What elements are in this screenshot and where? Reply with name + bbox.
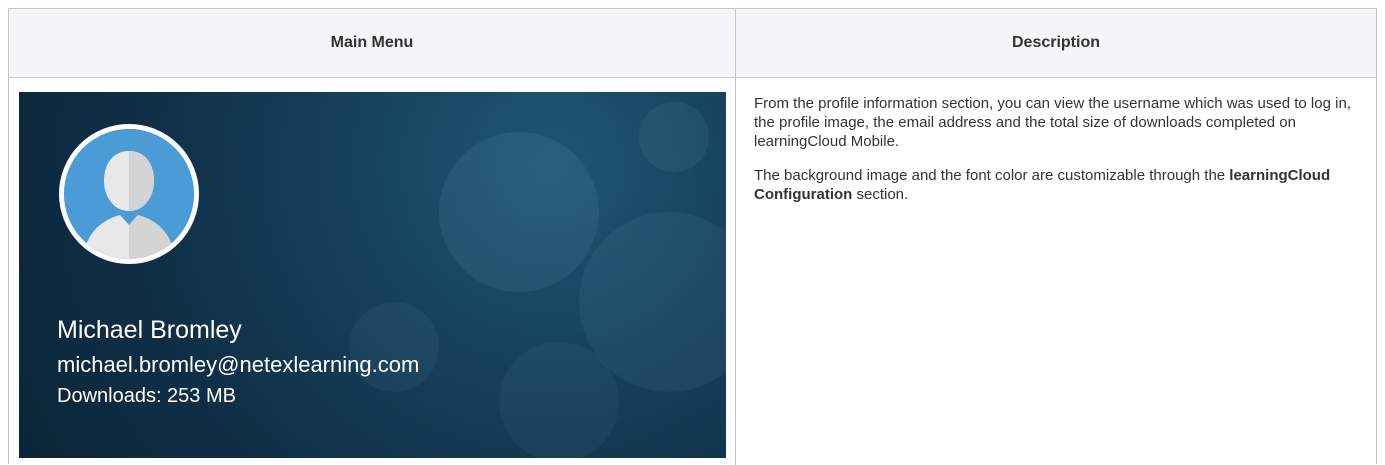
description-paragraph-2: The background image and the font color … [754, 166, 1354, 204]
table-row: Michael Bromley michael.bromley@netexlea… [9, 78, 1376, 465]
header-main-menu: Main Menu [9, 9, 736, 77]
description-text: From the profile information section, yo… [754, 94, 1354, 219]
bokeh-decoration [349, 302, 439, 392]
description-cell: From the profile information section, yo… [737, 78, 1376, 465]
bokeh-decoration [639, 102, 709, 172]
description-paragraph-2-suffix: section. [852, 186, 909, 203]
profile-username: Michael Bromley [57, 316, 242, 344]
description-paragraph-1: From the profile information section, yo… [754, 95, 1351, 150]
table-header-row: Main Menu Description [9, 9, 1376, 78]
description-paragraph-2-prefix: The background image and the font color … [754, 167, 1230, 184]
profile-card-screenshot: Michael Bromley michael.bromley@netexlea… [19, 92, 726, 458]
avatar-silhouette-icon [64, 129, 194, 259]
bokeh-decoration [439, 132, 599, 292]
profile-email: michael.bromley@netexlearning.com [57, 352, 420, 377]
main-menu-cell: Michael Bromley michael.bromley@netexlea… [9, 78, 736, 465]
profile-downloads-size: Downloads: 253 MB [57, 385, 236, 407]
bokeh-decoration [499, 342, 619, 458]
user-avatar-icon [59, 124, 199, 264]
menu-description-table: Main Menu Description Michael Bromley mi… [8, 8, 1377, 465]
header-description: Description [1011, 34, 1100, 51]
